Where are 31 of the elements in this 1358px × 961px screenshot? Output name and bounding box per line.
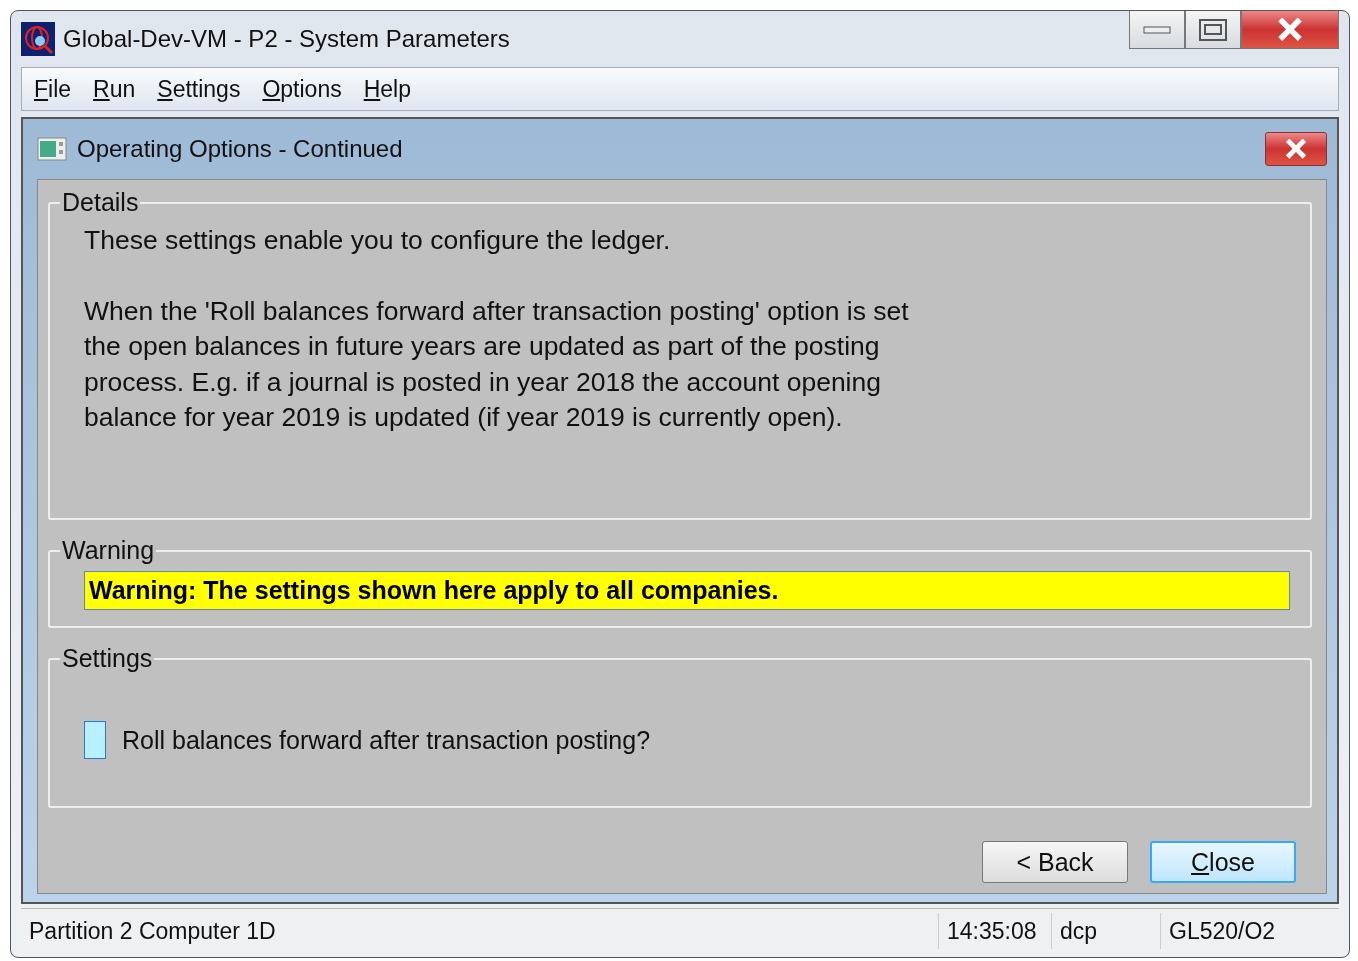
minimize-icon [1143, 25, 1171, 34]
status-text: Partition 2 Computer 1D [28, 916, 277, 946]
menu-item[interactable]: Run [93, 75, 136, 103]
menu-item[interactable]: File [34, 75, 72, 103]
close-button[interactable] [1241, 11, 1339, 49]
form-icon [37, 137, 67, 161]
dialog-button[interactable]: < Back [982, 841, 1128, 883]
menu-item[interactable]: Settings [157, 75, 241, 103]
description-text: These settings enable you to configure the ledger. [84, 224, 672, 257]
globe-icon [21, 22, 55, 56]
menu-item[interactable]: Options [262, 75, 342, 103]
dialog-title: Operating Options - Continued [77, 135, 403, 163]
window-title: Global-Dev-VM - P2 - System Parameters [63, 25, 510, 53]
dialog-button[interactable]: Close [1150, 841, 1296, 883]
status-text: 14:35:08 [938, 913, 1051, 949]
close-icon [1284, 139, 1308, 159]
group-heading: Settings [61, 644, 154, 673]
group-heading: Warning [61, 536, 156, 565]
minimize-button[interactable] [1129, 11, 1185, 49]
group-heading: Details [61, 188, 140, 217]
dialog-close-button[interactable] [1265, 132, 1327, 166]
checkbox-label: Roll balances forward after transaction posting? [122, 725, 651, 755]
checkbox[interactable] [84, 721, 106, 759]
description-text: When the 'Roll balances forward after transaction posting' option is set the open balances in future years are updated as part of the posting process. E.g. if a journal is posted in year 2018 the account opening balance for year 2019 is updated (if year 2019 is currently open). [84, 294, 910, 434]
maximize-icon [1199, 18, 1227, 41]
warning-message: Warning: The settings shown here apply to all companies. [84, 571, 1290, 610]
menu-item[interactable]: Help [363, 75, 411, 103]
status-text: GL520/O2 [1160, 913, 1339, 949]
close-icon [1276, 18, 1304, 41]
status-text: dcp [1051, 913, 1160, 949]
maximize-button[interactable] [1185, 11, 1241, 49]
